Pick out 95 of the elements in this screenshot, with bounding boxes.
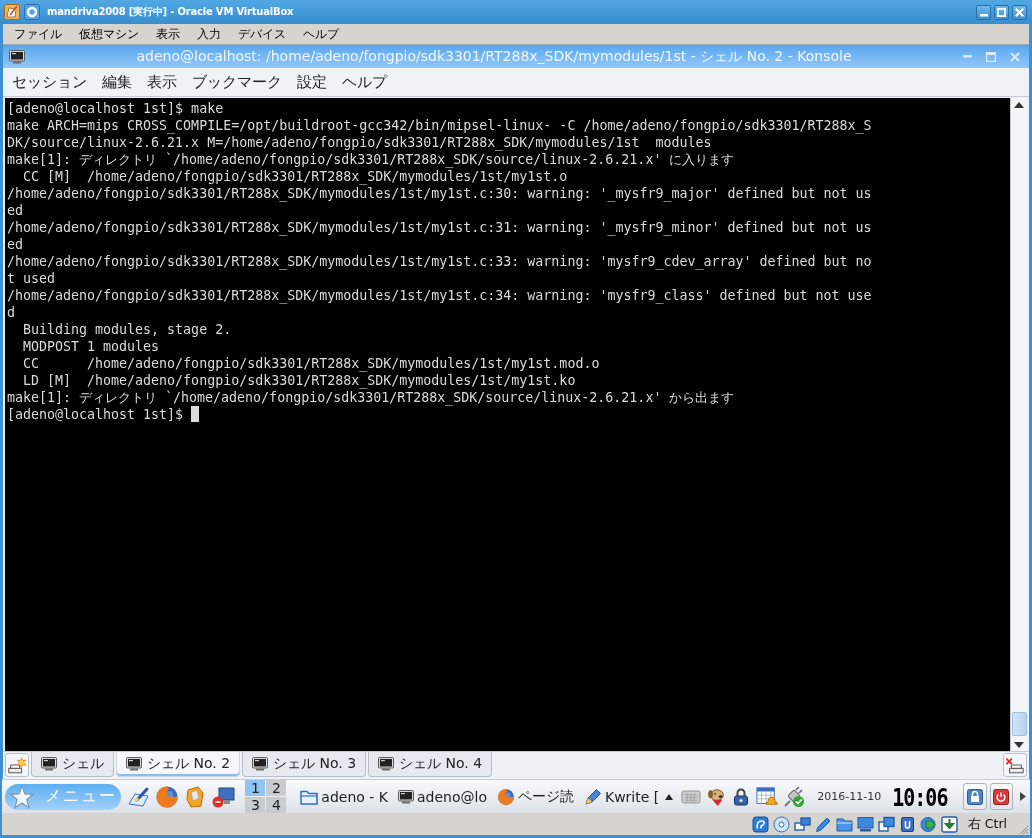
close-button[interactable] [1012, 4, 1027, 20]
down-arrow-icon[interactable] [1014, 742, 1024, 748]
menu-item[interactable]: 設定 [297, 72, 327, 92]
calendar-icon[interactable] [756, 785, 779, 808]
chip-icon[interactable] [898, 815, 916, 833]
ring-icon[interactable] [24, 4, 40, 20]
terminal-line: DK/source/linux-2.6.21.x M=/home/adeno/fongpio/sdk3301/RT288x_SDK/mymodules/1st modules [7, 134, 712, 151]
host-key-label: 右 Ctrl [967, 815, 1007, 833]
terminal-icon [126, 757, 142, 771]
monitor-icon[interactable] [856, 815, 874, 833]
lock-icon [967, 788, 984, 805]
menu-item[interactable]: デバイス [238, 26, 286, 42]
close-icon [1015, 7, 1024, 17]
console-star-icon [7, 756, 27, 774]
terminal-line: /home/adeno/fongpio/sdk3301/RT288x_SDK/mymodules/1st/my1st.c:34: warning: 'mysfr9_class' defined but not use [7, 287, 872, 304]
maximize-button[interactable] [994, 4, 1009, 20]
clock: 10:06 [892, 784, 948, 809]
terminal-line: ed [7, 202, 23, 219]
terminal-icon [378, 757, 395, 771]
close-tab-button[interactable] [1003, 753, 1027, 777]
new-tab-button[interactable] [5, 753, 29, 777]
menu-item[interactable]: ブックマーク [192, 72, 282, 92]
scrollbar-thumb[interactable] [1011, 712, 1027, 736]
terminal-line: CC [M] /home/adeno/fongpio/sdk3301/RT288x_SDK/mymodules/1st/my1st.o [22, 168, 568, 185]
terminal-line: /home/adeno/fongpio/sdk3301/RT288x_SDK/mymodules/1st/my1st.c:30: warning: '_mysfr9_major' defined but not us [7, 185, 872, 202]
dog-icon[interactable] [706, 786, 727, 807]
window-title: adeno@localhost: /home/adeno/fongpio/sdk3301/RT288x_SDK/mymodules/1st - シェル No. 2 - Konsole [135, 47, 853, 66]
power-icon [993, 788, 1010, 805]
right-arrow-icon[interactable] [1020, 792, 1026, 801]
terminal-line: [adeno@localhost 1st]$ [7, 406, 184, 423]
tab[interactable]: シェル [31, 752, 114, 777]
up-arrow-icon[interactable] [1014, 102, 1024, 108]
terminal-line: d [7, 304, 15, 321]
terminal-line: ed [7, 236, 23, 253]
monitor-icon[interactable] [211, 784, 236, 809]
menu-item[interactable]: 表示 [156, 26, 180, 42]
menu-item[interactable]: 表示 [147, 72, 177, 92]
task-button[interactable]: Kwrite [ [582, 787, 662, 806]
terminal-line: [adeno@localhost 1st]$ make [7, 100, 224, 117]
maximize-icon [997, 7, 1006, 17]
tab[interactable]: シェル No. 3 [242, 752, 367, 777]
download-icon[interactable] [940, 815, 958, 833]
terminal-line: CC /home/adeno/fongpio/sdk3301/RT288x_SDK/mymodules/1st/my1st.mod.o [22, 355, 600, 372]
globe-icon[interactable] [155, 784, 180, 809]
window-title: mandriva2008 [実行中] - Oracle VM VirtualBox [47, 5, 294, 19]
pen-icon [584, 787, 602, 806]
paper-pen-icon[interactable] [4, 4, 20, 20]
menu-item[interactable]: ファイル [14, 26, 62, 42]
task-button[interactable]: adeno - K [298, 787, 390, 806]
terminal-icon [252, 757, 269, 771]
date-label: 2016-11-10 [817, 790, 882, 803]
plug-icon[interactable] [783, 785, 806, 808]
terminal-icon [41, 757, 57, 771]
menu-item[interactable]: 仮想マシン [79, 26, 139, 42]
console-cross-icon [1005, 756, 1025, 774]
up-arrow-icon[interactable] [665, 793, 674, 800]
terminal-icon [398, 789, 414, 804]
lock-button[interactable] [963, 783, 987, 810]
desktop-button[interactable]: 2 [266, 780, 287, 796]
minimize-button[interactable] [976, 4, 991, 20]
star-icon [9, 784, 35, 809]
globe-icon [497, 787, 515, 806]
terminal-line: t used [7, 270, 56, 287]
tab[interactable]: シェル No. 4 [368, 752, 493, 777]
terminal-line: MODPOST 1 modules [22, 338, 160, 355]
menu-item[interactable]: 入力 [197, 26, 221, 42]
tile-icon[interactable] [751, 815, 769, 833]
tab[interactable]: シェル No. 2 [116, 752, 241, 777]
disc-icon[interactable] [772, 815, 790, 833]
desktop-button[interactable]: 1 [245, 780, 266, 796]
resize-grip[interactable] [1017, 823, 1029, 835]
windows-icon[interactable] [877, 815, 895, 833]
terminal-line: /home/adeno/fongpio/sdk3301/RT288x_SDK/mymodules/1st/my1st.c:33: warning: 'mysfr9_cdev_array' defined but no [7, 253, 872, 270]
menu-item[interactable]: ヘルプ [342, 72, 387, 92]
monitors-icon[interactable] [793, 815, 811, 833]
menu-item[interactable]: ヘルプ [303, 26, 339, 42]
pen-icon[interactable] [814, 815, 832, 833]
scrollbar[interactable] [1010, 98, 1027, 751]
menu-item[interactable]: 編集 [102, 72, 132, 92]
terminal-line: make[1]: ディレクトリ `/home/adeno/fongpio/sdk3301/RT288x_SDK/source/linux-2.6.21.x' に入ります [7, 151, 735, 168]
task-button[interactable]: ページ読 [495, 787, 576, 806]
desktop-button[interactable]: 3 [245, 797, 266, 813]
task-button[interactable]: adeno@lo [396, 788, 489, 805]
folder-icon[interactable] [835, 815, 853, 833]
terminal-line: make[1]: ディレクトリ `/home/adeno/fongpio/sdk3301/RT288x_SDK/source/linux-2.6.21.x' から出ます [7, 389, 735, 406]
terminal-line: /home/adeno/fongpio/sdk3301/RT288x_SDK/mymodules/1st/my1st.c:31: warning: '_mysfr9_minor' defined but not us [7, 219, 872, 236]
minimize-icon [979, 14, 988, 17]
terminal-line: make ARCH=mips CROSS_COMPILE=/opt/buildroot-gcc342/bin/mipsel-linux- -C /home/adeno/fongpio/sdk3301/RT288x_S [7, 117, 872, 134]
terminal-icon[interactable] [9, 49, 25, 64]
desktop-button[interactable]: 4 [266, 797, 287, 813]
menu-item[interactable]: セッション [12, 72, 87, 92]
logout-button[interactable] [989, 783, 1013, 810]
terminal-line: Building modules, stage 2. [22, 321, 232, 338]
terminal[interactable] [5, 98, 1010, 751]
terminal-line: LD [M] /home/adeno/fongpio/sdk3301/RT288x_SDK/mymodules/1st/my1st.ko [22, 372, 576, 389]
